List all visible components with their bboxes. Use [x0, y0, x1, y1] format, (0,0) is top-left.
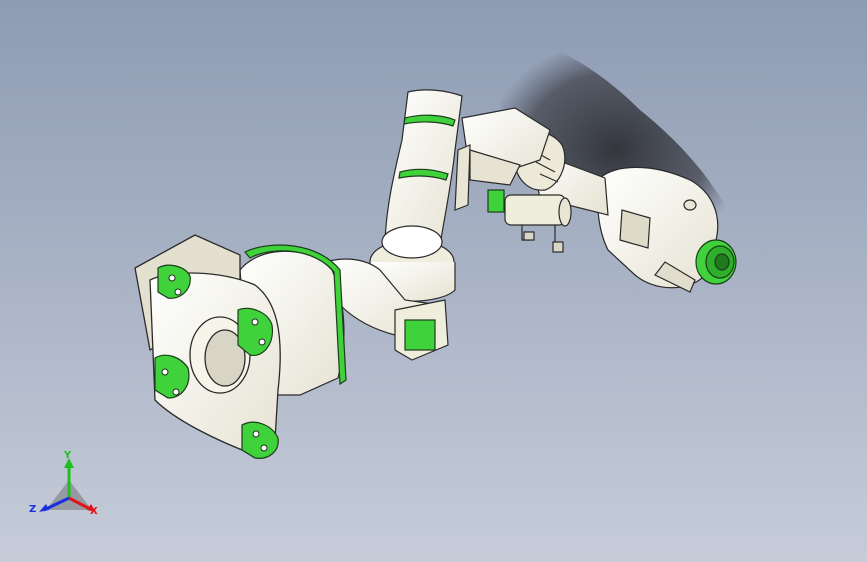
axis-triad [39, 458, 96, 512]
tool-flange[interactable] [695, 239, 737, 285]
x-axis-label: X [90, 506, 98, 517]
cad-viewport[interactable]: Y X Z [0, 0, 867, 562]
z-axis-arrow [39, 504, 49, 512]
z-axis-label: Z [29, 504, 37, 515]
upper-arm[interactable] [384, 89, 471, 249]
shoulder-motor[interactable] [394, 299, 449, 361]
y-axis-label: Y [64, 450, 72, 461]
robot-arm-model[interactable] [0, 0, 867, 562]
elbow-motor[interactable] [487, 189, 572, 253]
